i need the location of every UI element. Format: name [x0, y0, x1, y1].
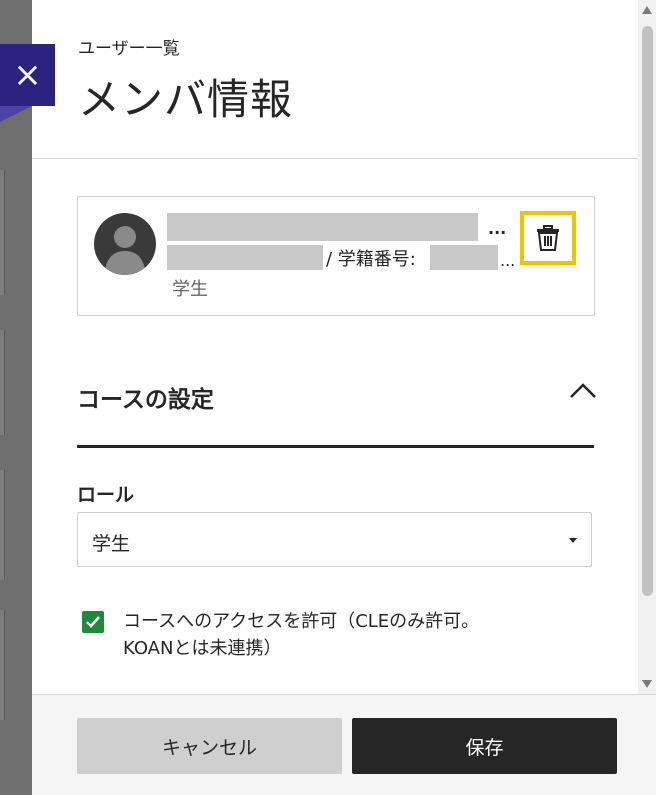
member-info-panel: ユーザー一覧 メンバ情報 ... / 学籍番号: ... 学生 コースの設定 ロ… [32, 0, 656, 795]
redacted-user-name [167, 213, 478, 241]
course-access-label[interactable]: コースへのアクセスを許可（CLEのみ許可。 KOANとは未連携） [123, 608, 563, 662]
trash-icon [537, 225, 559, 251]
caret-down-icon [569, 538, 577, 543]
course-access-label-line2: KOANとは未連携） [123, 638, 282, 659]
avatar [94, 213, 156, 275]
redacted-student-number [430, 245, 498, 270]
cancel-button[interactable]: キャンセル [77, 718, 342, 774]
background-card [0, 470, 5, 580]
page-title: メンバ情報 [78, 75, 294, 124]
close-button-tail [0, 106, 32, 122]
name-ellipsis: ... [488, 219, 507, 238]
role-select[interactable]: 学生 [77, 512, 592, 567]
panel-footer: キャンセル 保存 [32, 694, 656, 795]
section-divider [77, 445, 594, 448]
role-select-value: 学生 [92, 533, 131, 555]
breadcrumb[interactable]: ユーザー一覧 [78, 34, 180, 59]
user-card: ... / 学籍番号: ... 学生 [77, 196, 595, 316]
course-access-checkbox[interactable] [82, 611, 104, 633]
close-icon: × [13, 55, 42, 95]
user-silhouette-icon [104, 226, 146, 275]
course-settings-title: コースの設定 [77, 387, 214, 413]
collapse-section-button[interactable] [569, 382, 597, 404]
scroll-down-arrow-icon[interactable] [642, 680, 652, 688]
user-role-text: 学生 [172, 279, 208, 300]
background-card [0, 610, 5, 720]
redacted-user-id [167, 245, 323, 270]
close-button[interactable]: × [0, 44, 55, 106]
scroll-thumb[interactable] [642, 26, 653, 596]
background-card [0, 170, 5, 295]
scrollbar[interactable] [638, 0, 656, 695]
scroll-up-arrow-icon[interactable] [642, 6, 652, 14]
student-id-label: / 学籍番号: [326, 249, 416, 270]
id-ellipsis: ... [500, 251, 516, 270]
role-label: ロール [77, 484, 135, 506]
background-card [0, 330, 5, 435]
delete-member-button[interactable] [520, 211, 576, 265]
panel-header: ユーザー一覧 メンバ情報 [32, 0, 638, 159]
chevron-up-icon [570, 383, 596, 398]
course-access-label-line1: コースへのアクセスを許可（CLEのみ許可。 [123, 611, 480, 632]
save-button[interactable]: 保存 [352, 718, 617, 774]
checkmark-icon [86, 616, 100, 628]
